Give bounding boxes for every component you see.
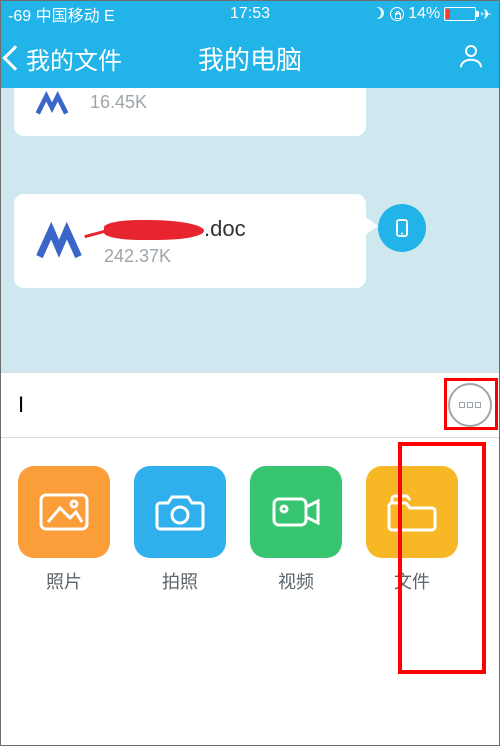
page-title: 我的电脑 — [198, 40, 302, 77]
chevron-left-icon — [2, 45, 27, 70]
video-icon — [250, 466, 342, 558]
file-name: .doc — [104, 216, 246, 242]
profile-icon — [456, 41, 486, 71]
message-bubble[interactable]: .doc 242.37K — [14, 194, 366, 288]
doc-icon — [32, 214, 86, 268]
annotation-highlight-box — [398, 442, 486, 674]
avatar[interactable] — [378, 204, 426, 252]
profile-button[interactable] — [456, 41, 486, 76]
file-size: 242.37K — [104, 246, 246, 267]
attach-label: 视频 — [278, 568, 314, 594]
back-button[interactable]: 我的文件 — [6, 41, 122, 76]
input-bar — [0, 372, 500, 438]
photo-icon — [18, 466, 110, 558]
back-label: 我的文件 — [26, 41, 122, 76]
camera-icon — [134, 466, 226, 558]
message-input[interactable] — [18, 383, 440, 427]
file-size: 16.45K — [90, 92, 147, 113]
battery-icon — [444, 7, 476, 21]
attach-label: 照片 — [46, 568, 82, 594]
message-bubble[interactable]: 16.45K — [14, 88, 366, 136]
attach-photo-button[interactable]: 照片 — [18, 466, 110, 594]
do-not-disturb-icon — [372, 7, 386, 21]
doc-icon — [32, 88, 72, 122]
annotation-highlight-box — [444, 378, 498, 430]
carrier-text: -69 中国移动 E — [8, 2, 115, 26]
orientation-lock-icon — [390, 7, 404, 21]
redacted-scribble — [104, 220, 204, 240]
battery-percent: 14% — [408, 5, 440, 23]
chat-area[interactable]: 16.45K .doc 242.37K — [0, 88, 500, 372]
airplane-icon: ✈ — [480, 6, 492, 23]
clock: 17:53 — [230, 5, 270, 23]
attach-video-button[interactable]: 视频 — [250, 466, 342, 594]
attach-camera-button[interactable]: 拍照 — [134, 466, 226, 594]
device-icon — [390, 216, 414, 240]
attach-label: 拍照 — [162, 568, 198, 594]
status-bar: -69 中国移动 E 17:53 14% ✈ — [0, 0, 500, 28]
nav-bar: 我的文件 我的电脑 — [0, 28, 500, 88]
